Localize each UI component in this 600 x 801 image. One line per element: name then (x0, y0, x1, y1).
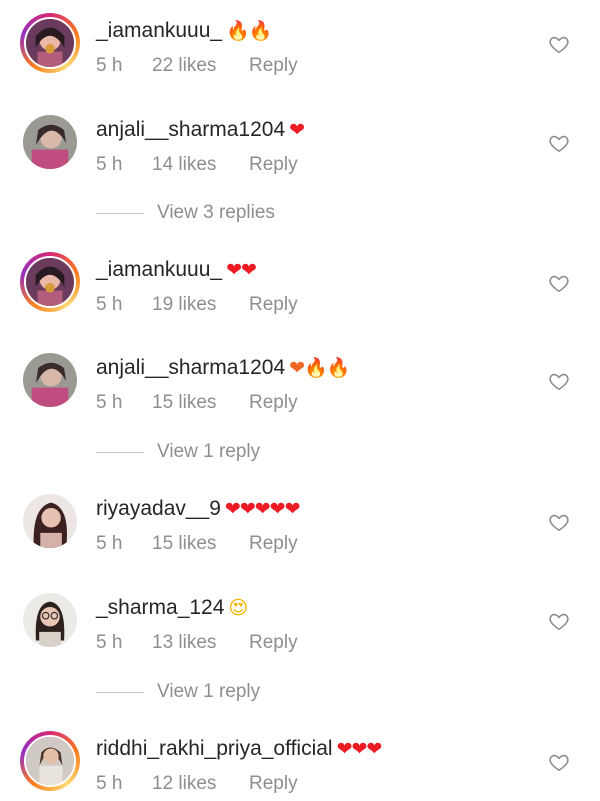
avatar (23, 593, 77, 647)
likes-count[interactable]: 15 likes (152, 533, 249, 555)
username-link[interactable]: _sharma_124 (96, 596, 224, 619)
comment-emoji: ❤🔥🔥 (289, 357, 350, 379)
comment-meta: 5 h 15 likes Reply (96, 392, 298, 414)
comment-meta: 5 h 13 likes Reply (96, 632, 298, 654)
avatar (23, 494, 77, 548)
avatar (23, 115, 77, 169)
comment-emoji: 🔥🔥 (226, 20, 272, 42)
comment-item: _iamankuuu_ 🔥🔥 5 h 22 likes Reply (0, 13, 600, 83)
username-link[interactable]: riyayadav__9 (96, 497, 221, 520)
heart-outline-icon[interactable] (548, 511, 570, 533)
comment-item: _sharma_124 😍 5 h 13 likes Reply (0, 590, 600, 660)
reply-button[interactable]: Reply (249, 294, 298, 316)
comment-emoji: ❤❤❤ (336, 738, 383, 760)
view-replies-label: View 1 reply (157, 441, 261, 462)
likes-count[interactable]: 19 likes (152, 294, 249, 316)
comment-emoji: ❤❤ (226, 259, 257, 281)
comment-time: 5 h (96, 533, 123, 554)
comment-meta: 5 h 12 likes Reply (96, 773, 298, 795)
heart-outline-icon[interactable] (548, 33, 570, 55)
comment-text: _sharma_124 😍 (96, 596, 248, 620)
username-link[interactable]: _iamankuuu_ (96, 258, 222, 281)
heart-outline-icon[interactable] (548, 751, 570, 773)
replies-divider (96, 452, 144, 453)
comment-emoji: ❤❤❤❤❤ (224, 498, 301, 520)
comment-item: anjali__sharma1204 ❤ 5 h 14 likes Reply (0, 112, 600, 182)
likes-count[interactable]: 15 likes (152, 392, 249, 414)
comment-text: _iamankuuu_ 🔥🔥 (96, 19, 272, 43)
heart-outline-icon[interactable] (548, 272, 570, 294)
reply-button[interactable]: Reply (249, 533, 298, 555)
comment-text: riyayadav__9 ❤❤❤❤❤ (96, 497, 301, 521)
comment-meta: 5 h 14 likes Reply (96, 154, 298, 176)
avatar-wrap[interactable] (20, 350, 80, 410)
reply-button[interactable]: Reply (249, 392, 298, 414)
comment-emoji: 😍 (228, 597, 248, 619)
avatar-wrap[interactable] (20, 590, 80, 650)
comment-time: 5 h (96, 294, 123, 315)
comment-time: 5 h (96, 154, 123, 175)
username-link[interactable]: riddhi_rakhi_priya_official (96, 737, 333, 760)
comment-text: _iamankuuu_ ❤❤ (96, 258, 257, 282)
view-replies-label: View 1 reply (157, 681, 261, 702)
avatar-wrap[interactable] (20, 112, 80, 172)
comment-text: riddhi_rakhi_priya_official ❤❤❤ (96, 737, 383, 761)
avatar (24, 17, 76, 69)
comment-time: 5 h (96, 773, 123, 794)
comment-meta: 5 h 22 likes Reply (96, 55, 298, 77)
avatar-wrap[interactable] (20, 491, 80, 551)
avatar-story-ring[interactable] (20, 13, 80, 73)
avatar (23, 353, 77, 407)
view-replies-label: View 3 replies (157, 202, 275, 223)
avatar (24, 735, 76, 787)
comment-item: _iamankuuu_ ❤❤ 5 h 19 likes Reply (0, 252, 600, 322)
reply-button[interactable]: Reply (249, 632, 298, 654)
likes-count[interactable]: 14 likes (152, 154, 249, 176)
heart-outline-icon[interactable] (548, 132, 570, 154)
comment-text: anjali__sharma1204 ❤ (96, 118, 305, 142)
replies-divider (96, 213, 144, 214)
comment-item: riyayadav__9 ❤❤❤❤❤ 5 h 15 likes Reply (0, 491, 600, 561)
avatar-story-ring[interactable] (20, 731, 80, 791)
likes-count[interactable]: 12 likes (152, 773, 249, 795)
comment-time: 5 h (96, 392, 123, 413)
username-link[interactable]: anjali__sharma1204 (96, 356, 285, 379)
reply-button[interactable]: Reply (249, 55, 298, 77)
heart-outline-icon[interactable] (548, 610, 570, 632)
likes-count[interactable]: 13 likes (152, 632, 249, 654)
comment-item: riddhi_rakhi_priya_official ❤❤❤ 5 h 12 lik… (0, 731, 600, 801)
comment-meta: 5 h 19 likes Reply (96, 294, 298, 316)
comment-time: 5 h (96, 55, 123, 76)
comment-time: 5 h (96, 632, 123, 653)
comment-emoji: ❤ (289, 119, 305, 141)
heart-outline-icon[interactable] (548, 370, 570, 392)
likes-count[interactable]: 22 likes (152, 55, 249, 77)
username-link[interactable]: anjali__sharma1204 (96, 118, 285, 141)
username-link[interactable]: _iamankuuu_ (96, 19, 222, 42)
comment-meta: 5 h 15 likes Reply (96, 533, 298, 555)
reply-button[interactable]: Reply (249, 773, 298, 795)
avatar-story-ring[interactable] (20, 252, 80, 312)
comment-text: anjali__sharma1204 ❤🔥🔥 (96, 356, 350, 380)
reply-button[interactable]: Reply (249, 154, 298, 176)
replies-divider (96, 692, 144, 693)
comment-item: anjali__sharma1204 ❤🔥🔥 5 h 15 likes Reply (0, 350, 600, 420)
avatar (24, 256, 76, 308)
